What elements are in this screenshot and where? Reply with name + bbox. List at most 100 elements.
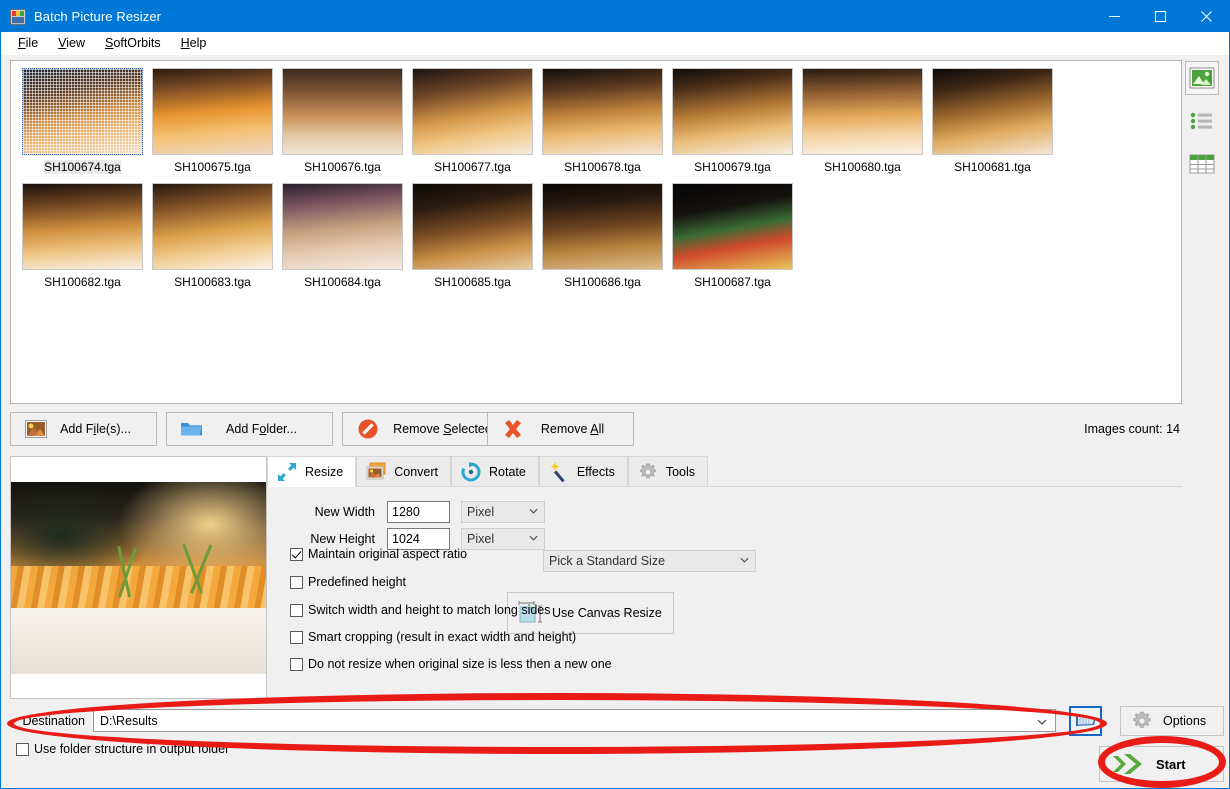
- resize-option-checkbox[interactable]: [290, 657, 303, 671]
- tab-tools[interactable]: Tools: [627, 456, 709, 487]
- magic-wand-icon: [548, 461, 570, 483]
- use-canvas-resize-label: Use Canvas Resize: [552, 606, 662, 620]
- thumbnail-image: [22, 183, 143, 270]
- window-title: Batch Picture Resizer: [34, 9, 162, 24]
- thumbnail-filename: SH100683.tga: [174, 275, 251, 289]
- browse-folder-button[interactable]: [1069, 706, 1102, 736]
- new-width-input[interactable]: [387, 501, 450, 523]
- menu-item-view[interactable]: View: [48, 33, 95, 53]
- tab-label: Rotate: [489, 465, 526, 479]
- convert-images-icon: [365, 462, 387, 482]
- image-preview-pane: [10, 456, 267, 699]
- details-grid-view-icon[interactable]: [1185, 147, 1219, 181]
- maximize-icon[interactable]: [1137, 1, 1183, 32]
- resize-option-row[interactable]: Predefined height: [290, 575, 406, 589]
- add-files-button[interactable]: Add File(s)...: [10, 412, 157, 446]
- menu-item-softorbits[interactable]: SoftOrbits: [95, 33, 171, 53]
- thumbnail-filename: SH100685.tga: [434, 275, 511, 289]
- add-files-label: Add File(s)...: [60, 422, 131, 436]
- new-height-unit-select[interactable]: Pixel: [461, 528, 545, 550]
- thumbnail-item[interactable]: SH100684.tga: [280, 183, 405, 289]
- resize-option-row[interactable]: Do not resize when original size is less…: [290, 657, 612, 671]
- standard-size-select[interactable]: Pick a Standard Size: [543, 550, 756, 572]
- add-folder-label: Add Folder...: [226, 422, 297, 436]
- thumbnail-view-icon[interactable]: [1185, 61, 1219, 95]
- resize-option-row[interactable]: Maintain original aspect ratio: [290, 547, 467, 561]
- chevron-down-icon: [529, 535, 538, 541]
- view-mode-strip: [1182, 61, 1222, 181]
- thumbnail-item[interactable]: SH100675.tga: [150, 68, 275, 174]
- thumbnail-filename: SH100686.tga: [564, 275, 641, 289]
- thumbnail-item[interactable]: SH100685.tga: [410, 183, 535, 289]
- thumbnail-item[interactable]: SH100683.tga: [150, 183, 275, 289]
- destination-label: Destination: [22, 713, 85, 728]
- start-label: Start: [1156, 756, 1186, 772]
- thumbnail-item[interactable]: SH100682.tga: [20, 183, 145, 289]
- gear-icon: [1121, 709, 1163, 733]
- tab-rotate[interactable]: Rotate: [451, 456, 539, 487]
- gear-icon: [637, 461, 659, 483]
- resize-option-label: Maintain original aspect ratio: [308, 547, 468, 561]
- destination-value: D:\Results: [100, 713, 158, 728]
- thumbnail-image: [22, 68, 143, 155]
- tab-label: Convert: [394, 465, 438, 479]
- tab-convert[interactable]: Convert: [356, 456, 451, 487]
- new-width-unit-select[interactable]: Pixel: [461, 501, 545, 523]
- thumbnail-image: [282, 68, 403, 155]
- resize-option-row[interactable]: Switch width and height to match long si…: [290, 603, 551, 617]
- thumbnail-item[interactable]: SH100686.tga: [540, 183, 665, 289]
- start-arrow-icon: [1100, 752, 1156, 776]
- thumbnail-filename: SH100675.tga: [174, 160, 251, 174]
- add-folder-button[interactable]: Add Folder...: [166, 412, 333, 446]
- resize-option-checkbox[interactable]: [290, 630, 303, 644]
- new-width-unit-value: Pixel: [467, 505, 495, 519]
- minimize-icon[interactable]: [1091, 1, 1137, 32]
- close-icon[interactable]: [1183, 1, 1229, 32]
- destination-input[interactable]: D:\Results: [93, 709, 1056, 732]
- rotate-circle-icon: [460, 461, 482, 483]
- remove-all-button[interactable]: Remove All: [487, 412, 634, 446]
- tab-effects[interactable]: Effects: [538, 456, 628, 487]
- thumbnail-item[interactable]: SH100687.tga: [670, 183, 795, 289]
- tab-label: Tools: [665, 465, 696, 479]
- new-height-unit-value: Pixel: [467, 532, 495, 546]
- title-bar: Batch Picture Resizer: [1, 1, 1229, 32]
- resize-option-checkbox[interactable]: [290, 603, 303, 617]
- start-button[interactable]: Start: [1099, 746, 1224, 782]
- thumbnail-item[interactable]: SH100679.tga: [670, 68, 795, 174]
- tab-resize[interactable]: Resize: [267, 456, 357, 487]
- tab-body-resize: New Width Pixel New Height Pixel Pick a …: [267, 486, 1182, 681]
- thumbnail-item[interactable]: SH100674.tga: [20, 68, 145, 174]
- thumbnail-filename: SH100684.tga: [304, 275, 381, 289]
- menu-item-file[interactable]: File: [8, 33, 48, 53]
- window-controls: [1091, 1, 1229, 32]
- thumbnail-image: [412, 68, 533, 155]
- file-toolbar: Add File(s)... Add Folder... Remove Sele…: [10, 412, 1182, 446]
- resize-option-row[interactable]: Smart cropping (result in exact width an…: [290, 630, 576, 644]
- thumbnail-grid: SH100674.tga SH100675.tga SH100676.tga SH10…: [11, 61, 1181, 295]
- thumbnail-item[interactable]: SH100680.tga: [800, 68, 925, 174]
- use-folder-structure-row[interactable]: Use folder structure in output folder: [16, 742, 229, 756]
- options-button[interactable]: Options: [1120, 706, 1224, 736]
- thumbnail-item[interactable]: SH100676.tga: [280, 68, 405, 174]
- thumbnail-item[interactable]: SH100677.tga: [410, 68, 535, 174]
- use-folder-structure-label: Use folder structure in output folder: [34, 742, 230, 756]
- remove-all-label: Remove All: [540, 422, 605, 436]
- menu-item-help[interactable]: Help: [171, 33, 217, 53]
- thumbnail-list-panel[interactable]: SH100674.tga SH100675.tga SH100676.tga SH10…: [10, 60, 1182, 404]
- thumbnail-item[interactable]: SH100678.tga: [540, 68, 665, 174]
- use-folder-structure-checkbox[interactable]: [16, 742, 29, 756]
- resize-option-checkbox[interactable]: [290, 547, 303, 561]
- thumbnail-filename: SH100676.tga: [304, 160, 381, 174]
- tab-strip: Resize Convert Rotate Effects Tools: [267, 456, 709, 487]
- resize-option-checkbox[interactable]: [290, 575, 303, 589]
- resize-option-label: Do not resize when original size is less…: [308, 657, 612, 671]
- thumbnail-filename: SH100679.tga: [694, 160, 771, 174]
- menu-bar: File View SoftOrbits Help: [1, 32, 1229, 55]
- red-x-icon: [496, 418, 530, 440]
- thumbnail-image: [542, 68, 663, 155]
- list-view-icon[interactable]: [1185, 104, 1219, 138]
- new-height-label: New Height: [310, 532, 375, 546]
- standard-size-value: Pick a Standard Size: [549, 554, 666, 568]
- thumbnail-item[interactable]: SH100681.tga: [930, 68, 1055, 174]
